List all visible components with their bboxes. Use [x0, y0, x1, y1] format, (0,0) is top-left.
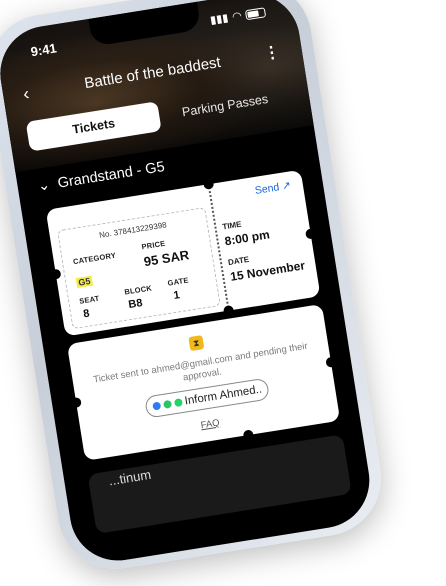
phone-device: 9:41 ▮▮▮ ◠ ‹ Battle of the baddest ⋮ Tic… — [0, 0, 446, 578]
ticket-number: No. 378413229398 — [98, 220, 168, 240]
gate-label: GATE — [166, 275, 190, 288]
hourglass-icon: ⧗ — [188, 335, 205, 352]
gate-value: 1 — [172, 289, 181, 302]
battery-icon — [244, 6, 267, 20]
share-arrow-icon: ↗ — [281, 179, 292, 193]
ticket-notch — [304, 228, 317, 240]
ticket-notch — [242, 429, 255, 441]
date-label: DATE — [227, 254, 250, 268]
price-label: PRICE — [140, 238, 166, 252]
ticket-details: No. 378413229398 CATEGORY G5 PRICE 95 SA… — [57, 207, 221, 330]
ticket-notch — [325, 356, 337, 368]
chevron-down-icon: ⌄ — [36, 177, 52, 195]
inform-label: Inform Ahmed.. — [183, 383, 263, 408]
ticket-notch — [70, 396, 82, 409]
ticket-notch — [202, 178, 215, 190]
section-label: Grandstand - G5 — [56, 158, 166, 192]
block-value: B8 — [127, 297, 144, 312]
seat-label: SEAT — [78, 293, 101, 306]
wifi-icon: ◠ — [231, 10, 243, 24]
category-value: G5 — [75, 275, 94, 289]
price-value: 95 SAR — [142, 247, 191, 270]
send-button[interactable]: Send ↗ — [254, 179, 292, 197]
ticket-notch — [222, 304, 235, 317]
ticket-notch — [50, 268, 62, 280]
imessage-icon — [162, 399, 172, 409]
block-label: BLOCK — [123, 283, 153, 297]
seat-value: 8 — [82, 307, 91, 321]
messenger-icon — [151, 401, 161, 411]
time-value: 8:00 pm — [223, 227, 271, 249]
send-label: Send — [254, 181, 281, 197]
whatsapp-icon — [173, 398, 183, 408]
category-label: CATEGORY — [72, 250, 117, 267]
more-icon[interactable]: ⋮ — [262, 42, 281, 64]
time-label: TIME — [221, 219, 243, 232]
